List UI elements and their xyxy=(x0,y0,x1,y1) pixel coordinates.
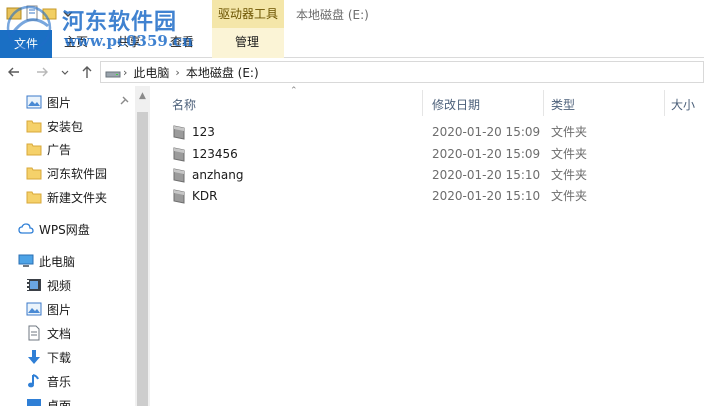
nav-item-label: 音乐 xyxy=(47,374,72,389)
breadcrumb-local-disk[interactable]: 本地磁盘 (E:) xyxy=(186,64,259,81)
folder-icon xyxy=(172,147,186,162)
tab-manage[interactable]: 管理 xyxy=(235,33,259,51)
navigation-bar: › 此电脑 › 本地磁盘 (E:) xyxy=(0,58,704,86)
column-header-size[interactable]: 大小 xyxy=(671,94,704,116)
quick-access-toolbar xyxy=(6,4,76,22)
window-title: 本地磁盘 (E:) xyxy=(296,8,369,22)
video-icon xyxy=(26,277,42,293)
nav-item-folder[interactable]: 河东软件园 xyxy=(26,162,107,184)
file-list: ⌃ 名称 修改日期 类型 大小 123 2020-01-20 15:09 文件夹… xyxy=(150,86,704,406)
nav-item-label: 文档 xyxy=(47,326,72,341)
nav-item-downloads[interactable]: 下载 xyxy=(26,346,71,368)
column-header-date[interactable]: 修改日期 xyxy=(432,94,542,116)
file-date: 2020-01-20 15:09 xyxy=(432,125,541,139)
nav-item-label: 安装包 xyxy=(47,119,84,134)
nav-item-pictures[interactable]: 图片 xyxy=(26,298,71,320)
nav-item-label: 图片 xyxy=(47,302,72,317)
column-header-name[interactable]: 名称 xyxy=(172,94,412,116)
nav-item-label: 桌面 xyxy=(47,398,72,406)
nav-item-label: 广告 xyxy=(47,142,72,157)
file-type: 文件夹 xyxy=(551,125,588,139)
file-name[interactable]: 123456 xyxy=(192,144,238,165)
forward-arrow-icon[interactable] xyxy=(33,63,51,81)
file-date: 2020-01-20 15:10 xyxy=(432,168,541,182)
nav-item-wps-cloud[interactable]: WPS网盘 xyxy=(18,218,90,240)
scrollbar-thumb[interactable] xyxy=(137,112,148,406)
folder-icon xyxy=(26,165,42,181)
address-bar[interactable]: › 此电脑 › 本地磁盘 (E:) xyxy=(100,61,704,83)
nav-item-folder[interactable]: 广告 xyxy=(26,138,71,160)
computer-icon xyxy=(18,253,34,269)
file-name[interactable]: 123 xyxy=(192,122,215,143)
table-row[interactable]: 123456 2020-01-20 15:09 文件夹 xyxy=(150,144,704,165)
table-row[interactable]: 123 2020-01-20 15:09 文件夹 xyxy=(150,122,704,143)
music-icon xyxy=(26,373,42,389)
nav-item-videos[interactable]: 视频 xyxy=(26,274,71,296)
context-tab-group-label: 驱动器工具 xyxy=(212,0,284,28)
nav-item-label: 河东软件园 xyxy=(47,166,108,181)
tab-home[interactable]: 主页 xyxy=(64,33,88,51)
file-type: 文件夹 xyxy=(551,147,588,161)
download-icon xyxy=(26,349,42,365)
folder-icon xyxy=(172,189,186,204)
column-divider[interactable] xyxy=(422,90,423,116)
pictures-icon xyxy=(26,94,42,110)
scroll-up-arrow-icon[interactable]: ▲ xyxy=(135,90,150,102)
breadcrumb-this-pc[interactable]: 此电脑 xyxy=(133,64,169,81)
navpane-scrollbar[interactable]: ▲ xyxy=(135,86,150,406)
nav-item-label: 此电脑 xyxy=(39,254,76,269)
app-icon[interactable] xyxy=(6,5,22,21)
column-divider[interactable] xyxy=(543,90,544,116)
new-folder-icon[interactable] xyxy=(42,5,58,21)
nav-item-pictures-quick[interactable]: 图片 xyxy=(26,91,71,113)
column-header-type[interactable]: 类型 xyxy=(551,94,661,116)
ribbon: 驱动器工具 本地磁盘 (E:) 文件 主页 共享 查看 管理 河东软件园 www… xyxy=(0,0,704,58)
file-date: 2020-01-20 15:09 xyxy=(432,147,541,161)
table-row[interactable]: KDR 2020-01-20 15:10 文件夹 xyxy=(150,186,704,207)
nav-item-label: WPS网盘 xyxy=(39,222,90,237)
cloud-icon xyxy=(18,221,34,237)
pin-icon[interactable] xyxy=(118,95,130,107)
nav-item-desktop[interactable]: 桌面 xyxy=(26,394,71,406)
column-divider[interactable] xyxy=(664,90,665,116)
file-type: 文件夹 xyxy=(551,168,588,182)
folder-icon xyxy=(26,118,42,134)
nav-item-documents[interactable]: 文档 xyxy=(26,322,71,344)
tab-share[interactable]: 共享 xyxy=(117,33,141,51)
nav-item-label: 视频 xyxy=(47,278,72,293)
nav-item-folder[interactable]: 安装包 xyxy=(26,115,83,137)
folder-icon xyxy=(172,168,186,183)
up-arrow-icon[interactable] xyxy=(78,63,96,81)
file-date: 2020-01-20 15:10 xyxy=(432,189,541,203)
watermark-title: 河东软件园 xyxy=(62,9,178,35)
breadcrumb-separator-icon[interactable]: › xyxy=(175,66,179,79)
nav-item-label: 下载 xyxy=(47,350,72,365)
nav-item-music[interactable]: 音乐 xyxy=(26,370,71,392)
file-type: 文件夹 xyxy=(551,189,588,203)
chevron-down-icon[interactable] xyxy=(60,5,76,21)
nav-item-folder[interactable]: 新建文件夹 xyxy=(26,186,107,208)
tab-file[interactable]: 文件 xyxy=(0,30,52,58)
pictures-icon xyxy=(26,301,42,317)
folder-icon xyxy=(26,189,42,205)
navigation-pane: 图片 安装包 广告 河东软件园 新建文件夹 WPS网盘 此电脑 视频 图片 文档… xyxy=(0,86,150,406)
table-row[interactable]: anzhang 2020-01-20 15:10 文件夹 xyxy=(150,165,704,186)
folder-icon xyxy=(172,125,186,140)
nav-item-this-pc[interactable]: 此电脑 xyxy=(18,250,75,272)
back-arrow-icon[interactable] xyxy=(5,63,23,81)
properties-icon[interactable] xyxy=(24,5,40,21)
nav-item-label: 图片 xyxy=(47,95,72,110)
folder-icon xyxy=(26,141,42,157)
recent-locations-chevron-icon[interactable] xyxy=(56,63,74,81)
desktop-icon xyxy=(26,397,42,406)
file-name[interactable]: anzhang xyxy=(192,165,243,186)
breadcrumb-separator-icon[interactable]: › xyxy=(123,66,127,79)
file-name[interactable]: KDR xyxy=(192,186,217,207)
drive-icon xyxy=(105,64,121,80)
document-icon xyxy=(26,325,42,341)
tab-view[interactable]: 查看 xyxy=(170,33,194,51)
nav-item-label: 新建文件夹 xyxy=(47,190,108,205)
